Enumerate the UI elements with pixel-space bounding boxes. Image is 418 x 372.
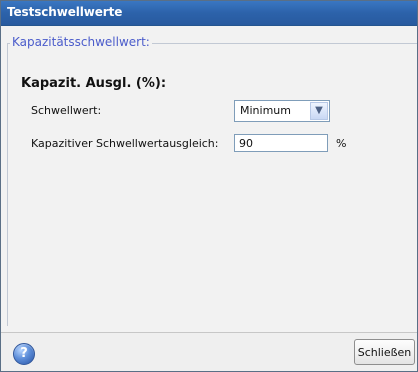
close-button[interactable]: Schließen (354, 339, 415, 365)
threshold-select-value: Minimum (240, 104, 291, 117)
chevron-down-icon[interactable]: ▼ (310, 102, 328, 120)
compensation-unit: % (336, 137, 347, 150)
group-legend: Kapazitätsschwellwert: (10, 35, 152, 49)
threshold-label: Schwellwert: (31, 104, 102, 117)
help-button[interactable]: ? (13, 343, 35, 365)
window-title: Testschwellwerte (7, 5, 123, 19)
section-title: Kapazit. Ausgl. (%): (21, 76, 167, 91)
title-bar: Testschwellwerte (1, 1, 417, 26)
compensation-label: Kapazitiver Schwellwertausgleich: (31, 137, 219, 150)
dialog-window: Testschwellwerte Kapazitätsschwellwert: … (0, 0, 418, 372)
footer-bar: ? Schließen (1, 332, 417, 371)
compensation-input[interactable] (234, 134, 328, 152)
threshold-select[interactable]: Minimum ▼ (234, 100, 330, 122)
help-icon: ? (20, 346, 28, 361)
